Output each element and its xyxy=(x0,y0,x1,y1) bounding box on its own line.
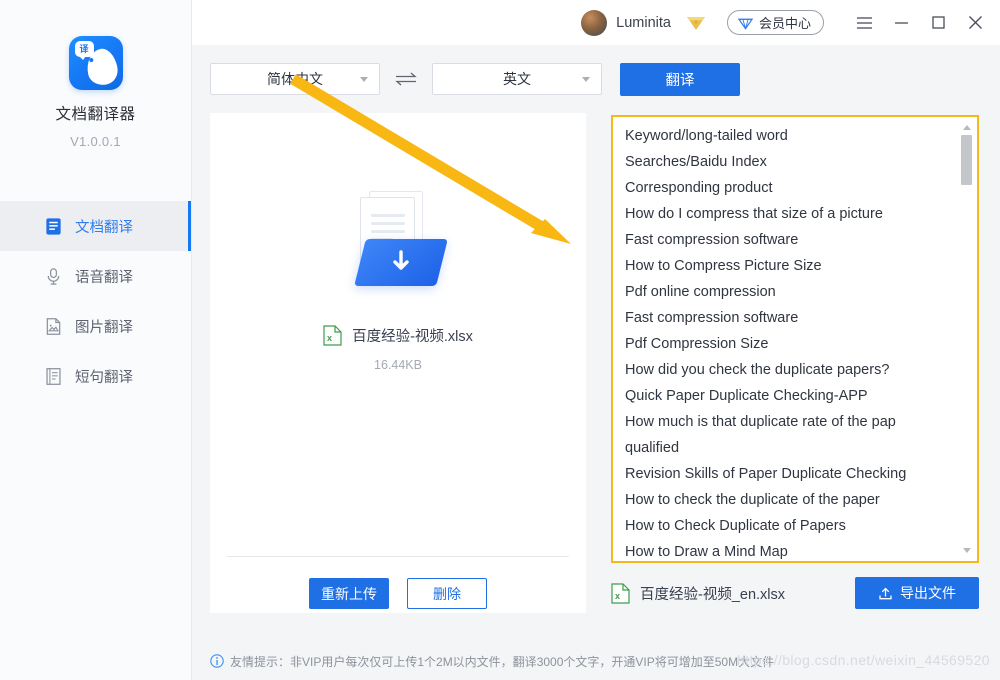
result-line: Fast compression software xyxy=(625,232,799,248)
swap-languages-button[interactable] xyxy=(380,63,432,95)
app-version: V1.0.0.1 xyxy=(70,134,121,149)
result-line: Keyword/long-tailed word xyxy=(625,128,788,144)
export-bar: x 百度经验-视频_en.xlsx 导出文件 xyxy=(611,576,979,610)
translate-button[interactable]: 翻译 xyxy=(620,62,740,96)
translation-result-list: Keyword/long-tailed word Searches/Baidu … xyxy=(613,123,977,561)
user-name: Luminita xyxy=(616,14,671,31)
vip-diamond-icon xyxy=(686,16,705,30)
source-language-value: 简体中文 xyxy=(267,71,323,87)
export-file-label: 导出文件 xyxy=(900,585,956,601)
brand-block: 译 文档翻译器 V1.0.0.1 xyxy=(0,0,191,149)
microphone-icon xyxy=(47,267,60,285)
xlsx-icon: x xyxy=(611,582,630,604)
image-document-icon xyxy=(46,317,61,335)
result-line: Pdf Compression Size xyxy=(625,336,769,352)
member-center-label: 会员中心 xyxy=(758,16,811,31)
member-diamond-icon xyxy=(737,18,754,30)
upload-export-icon xyxy=(879,587,892,599)
result-line: How to check the duplicate of the paper xyxy=(625,492,880,508)
file-upload-panel: x 百度经验-视频.xlsx 16.44KB 重新上传 删除 xyxy=(210,113,586,613)
result-line: How much is that duplicate rate of the p… xyxy=(625,414,896,430)
result-line: How to Draw a Mind Map xyxy=(625,544,788,560)
result-line: Quick Paper Duplicate Checking-APP xyxy=(625,388,868,404)
source-language-select[interactable]: 简体中文 xyxy=(210,63,380,95)
panel-divider xyxy=(227,556,569,557)
file-action-buttons: 重新上传 删除 xyxy=(210,578,586,609)
chevron-down-icon xyxy=(360,77,368,82)
delete-button[interactable]: 删除 xyxy=(407,578,487,609)
maximize-icon[interactable] xyxy=(920,7,957,39)
avatar[interactable] xyxy=(581,9,608,36)
footer-tip-text: 友情提示：非VIP用户每次仅可上传1个2M以内文件，翻译3000个文字，开通VI… xyxy=(230,654,775,669)
lined-document-icon xyxy=(46,367,61,385)
app-window: 译 文档翻译器 V1.0.0.1 文档翻译 语音翻译 图片翻译 短句翻译 Lum… xyxy=(0,0,1000,680)
sidebar-item-label: 文档翻译 xyxy=(75,219,133,236)
translate-toolbar: 简体中文 英文 翻译 xyxy=(192,45,1000,113)
sidebar: 译 文档翻译器 V1.0.0.1 文档翻译 语音翻译 图片翻译 短句翻译 xyxy=(0,0,192,680)
document-folder-download-icon xyxy=(343,191,453,291)
uploaded-file-name: 百度经验-视频.xlsx xyxy=(352,329,473,345)
swap-arrows-icon xyxy=(395,72,417,86)
result-line: Pdf online compression xyxy=(625,284,776,300)
result-line: How to Compress Picture Size xyxy=(625,258,822,274)
title-bar: Luminita 会员中心 xyxy=(192,0,1000,45)
sidebar-item-label: 短句翻译 xyxy=(75,369,133,386)
reupload-button[interactable]: 重新上传 xyxy=(309,578,389,609)
sidebar-item-document-translation[interactable]: 文档翻译 xyxy=(0,201,191,251)
hamburger-menu-icon[interactable] xyxy=(846,7,883,39)
speech-bubble-icon: 译 xyxy=(74,41,94,60)
document-icon xyxy=(46,217,61,235)
minimize-icon[interactable] xyxy=(883,7,920,39)
sidebar-item-short-sentence-translation[interactable]: 短句翻译 xyxy=(0,351,191,401)
scroll-up-arrow-icon[interactable] xyxy=(963,125,971,130)
result-line: How do I compress that size of a picture xyxy=(625,206,883,222)
result-line: Revision Skills of Paper Duplicate Check… xyxy=(625,466,907,482)
result-scrollbar[interactable] xyxy=(961,125,972,553)
footer-tip-bar: 友情提示：非VIP用户每次仅可上传1个2M以内文件，翻译3000个文字，开通VI… xyxy=(192,642,1000,680)
window-controls xyxy=(846,7,994,39)
member-center-button[interactable]: 会员中心 xyxy=(726,10,824,35)
sidebar-item-label: 图片翻译 xyxy=(75,319,133,336)
result-line: Corresponding product xyxy=(625,180,773,196)
uploaded-file-row: x 百度经验-视频.xlsx xyxy=(210,325,586,346)
result-line: Searches/Baidu Index xyxy=(625,154,767,170)
app-title: 文档翻译器 xyxy=(55,106,136,123)
target-language-value: 英文 xyxy=(503,71,531,87)
close-icon[interactable] xyxy=(957,7,994,39)
sidebar-nav: 文档翻译 语音翻译 图片翻译 短句翻译 xyxy=(0,201,191,401)
sidebar-item-voice-translation[interactable]: 语音翻译 xyxy=(0,251,191,301)
svg-text:x: x xyxy=(327,333,332,343)
info-circle-icon xyxy=(210,654,224,668)
sidebar-item-image-translation[interactable]: 图片翻译 xyxy=(0,301,191,351)
uploaded-file-size: 16.44KB xyxy=(374,358,422,372)
result-line: How to Check Duplicate of Papers xyxy=(625,518,846,534)
result-line: How did you check the duplicate papers? xyxy=(625,362,890,378)
translation-result-panel[interactable]: Keyword/long-tailed word Searches/Baidu … xyxy=(611,115,979,563)
scroll-down-arrow-icon[interactable] xyxy=(963,548,971,553)
target-language-select[interactable]: 英文 xyxy=(432,63,602,95)
scrollbar-thumb[interactable] xyxy=(961,135,972,185)
folder-shape xyxy=(354,239,448,286)
sidebar-item-label: 语音翻译 xyxy=(75,269,133,286)
export-file-button[interactable]: 导出文件 xyxy=(855,577,979,609)
result-line: qualified xyxy=(625,440,680,456)
output-file-name: 百度经验-视频_en.xlsx xyxy=(640,586,786,603)
xlsx-icon: x xyxy=(323,325,342,346)
chevron-down-icon xyxy=(582,77,590,82)
result-line: Fast compression software xyxy=(625,310,799,326)
app-logo-icon: 译 xyxy=(68,36,123,90)
svg-text:x: x xyxy=(615,591,620,601)
